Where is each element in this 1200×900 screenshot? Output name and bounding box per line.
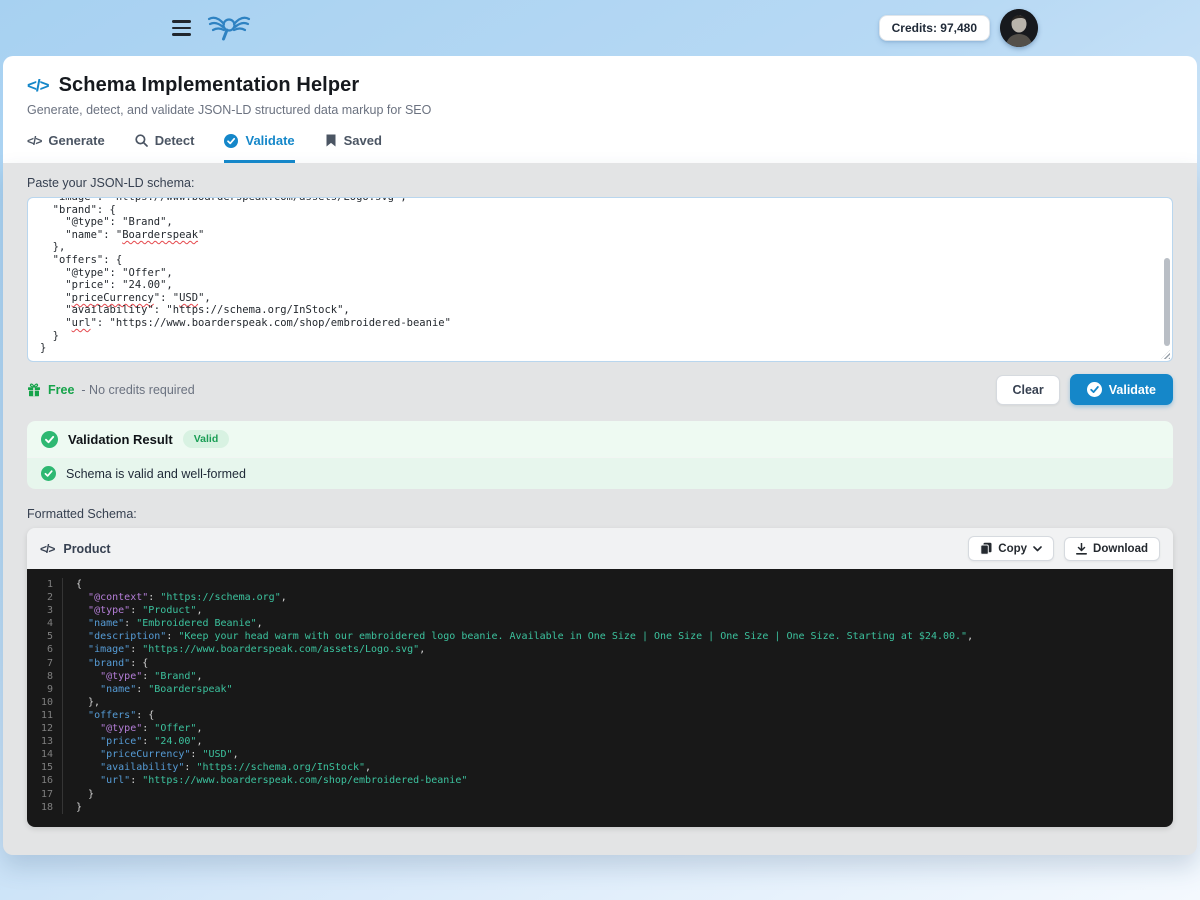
code-line: 11 "offers": {	[27, 709, 1173, 722]
download-button-label: Download	[1093, 543, 1148, 555]
copy-button[interactable]: Copy	[968, 536, 1054, 561]
code-line: 10 },	[27, 696, 1173, 709]
code-line: 5 "description": "Keep your head warm wi…	[27, 630, 1173, 643]
code-line: 2 "@context": "https://schema.org",	[27, 591, 1173, 604]
validate-button-label: Validate	[1109, 383, 1156, 397]
formatted-schema-code[interactable]: 1{2 "@context": "https://schema.org",3 "…	[27, 569, 1173, 827]
check-circle-icon	[41, 466, 56, 481]
schema-input-text[interactable]: "image": "https://www.boarderspeak.com/a…	[40, 197, 1158, 355]
validation-result-panel: Validation Result Valid Schema is valid …	[27, 421, 1173, 489]
copy-icon	[980, 542, 992, 555]
download-icon	[1076, 543, 1087, 555]
code-icon: </>	[40, 542, 54, 556]
code-line: 15 "availability": "https://schema.org/I…	[27, 761, 1173, 774]
clear-button[interactable]: Clear	[996, 375, 1059, 405]
code-line: 9 "name": "Boarderspeak"	[27, 683, 1173, 696]
download-button[interactable]: Download	[1064, 537, 1160, 561]
code-line: 16 "url": "https://www.boarderspeak.com/…	[27, 774, 1173, 787]
code-line: 14 "priceCurrency": "USD",	[27, 748, 1173, 761]
check-circle-icon	[41, 431, 58, 448]
chevron-down-icon	[1033, 546, 1042, 552]
tab-detect[interactable]: Detect	[135, 133, 195, 163]
bookmark-icon	[325, 134, 337, 147]
code-icon: </>	[27, 76, 49, 96]
schema-input-label: Paste your JSON-LD schema:	[27, 176, 1173, 190]
code-line: 18}	[27, 801, 1173, 814]
result-title: Validation Result	[68, 432, 173, 447]
code-line: 13 "price": "24.00",	[27, 735, 1173, 748]
code-line: 3 "@type": "Product",	[27, 604, 1173, 617]
tab-label: Validate	[245, 133, 294, 148]
tab-bar: </> Generate Detect Validate Saved	[27, 133, 1173, 163]
tab-label: Detect	[155, 133, 195, 148]
tab-label: Saved	[344, 133, 382, 148]
formatted-schema-card: </> Product Copy Download	[27, 528, 1173, 827]
page-subtitle: Generate, detect, and validate JSON-LD s…	[27, 103, 1173, 117]
result-message: Schema is valid and well-formed	[66, 467, 246, 481]
validate-panel: Paste your JSON-LD schema: "image": "htt…	[3, 163, 1197, 855]
code-line: 6 "image": "https://www.boarderspeak.com…	[27, 643, 1173, 656]
search-icon	[135, 134, 148, 147]
code-line: 12 "@type": "Offer",	[27, 722, 1173, 735]
check-circle-icon	[224, 134, 238, 148]
hamburger-menu-icon[interactable]	[170, 16, 193, 40]
schema-input-editor[interactable]: "image": "https://www.boarderspeak.com/a…	[27, 197, 1173, 362]
code-line: 7 "brand": {	[27, 657, 1173, 670]
code-line: 17 }	[27, 788, 1173, 801]
code-line: 4 "name": "Embroidered Beanie",	[27, 617, 1173, 630]
code-line: 8 "@type": "Brand",	[27, 670, 1173, 683]
copy-button-label: Copy	[998, 543, 1027, 555]
code-line: 1{	[27, 578, 1173, 591]
pricing-note: Free - No credits required	[27, 383, 195, 397]
editor-scrollbar[interactable]	[1164, 258, 1170, 346]
tab-generate[interactable]: </> Generate	[27, 133, 105, 163]
code-icon: </>	[27, 134, 41, 148]
topbar: Credits: 97,480	[0, 0, 1200, 56]
validate-button[interactable]: Validate	[1070, 374, 1173, 405]
tab-saved[interactable]: Saved	[325, 133, 382, 163]
editor-resize-handle[interactable]	[1161, 350, 1170, 359]
user-avatar[interactable]	[1000, 9, 1038, 47]
tool-header: </> Schema Implementation Helper Generat…	[3, 56, 1197, 163]
formatted-schema-label: Formatted Schema:	[27, 507, 1173, 521]
check-circle-icon	[1087, 382, 1102, 397]
free-note-text: - No credits required	[81, 383, 194, 397]
gift-icon	[27, 383, 41, 397]
schema-type-label: Product	[63, 542, 110, 556]
page-title: Schema Implementation Helper	[59, 74, 360, 97]
valid-badge: Valid	[183, 430, 230, 448]
credits-badge[interactable]: Credits: 97,480	[879, 15, 990, 41]
app-logo[interactable]	[207, 12, 251, 44]
free-label: Free	[48, 383, 74, 397]
tab-validate[interactable]: Validate	[224, 133, 294, 163]
tab-label: Generate	[48, 133, 104, 148]
